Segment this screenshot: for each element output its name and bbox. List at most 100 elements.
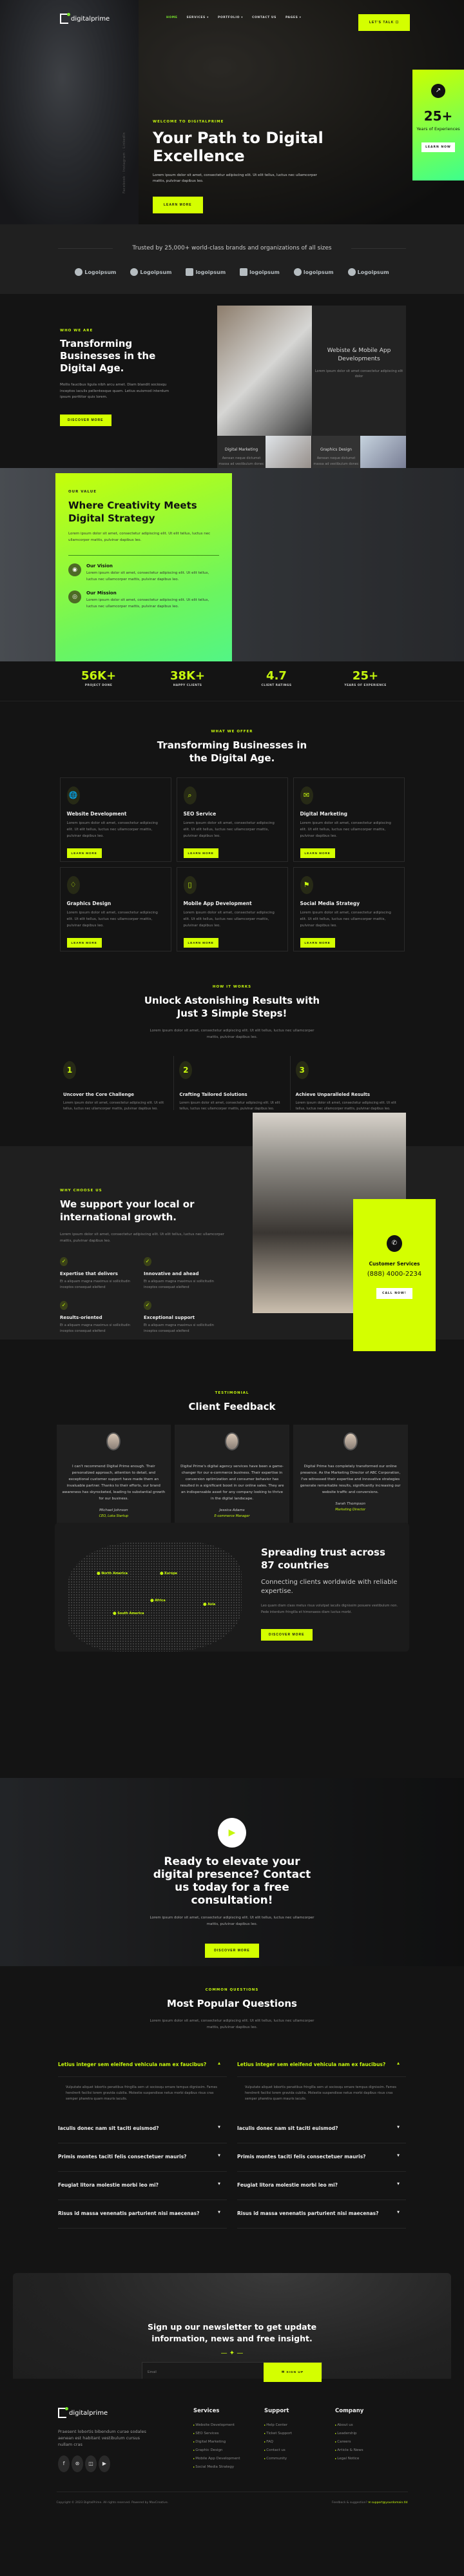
chevron-down-icon: ▼	[218, 2154, 220, 2158]
brand-logo: Logoipsum	[75, 268, 116, 276]
discover-more-button[interactable]: DISCOVER MORE	[60, 414, 111, 426]
feature-item: ✓ Results-oriented Et a aliquam magna maxi…	[60, 1301, 144, 1334]
footer-link[interactable]: Careers	[335, 2440, 406, 2444]
footer-logo[interactable]: digitalprime	[58, 2407, 193, 2418]
step-title: Achieve Unparalleled Results	[295, 1092, 371, 1097]
youtube-icon[interactable]: ▶	[99, 2455, 110, 2472]
newsletter-section: Sign up our newsletter to get update inf…	[0, 2243, 464, 2383]
chevron-down-icon: ▼	[218, 2182, 220, 2186]
map-pin: ⬤ North America	[97, 1572, 128, 1576]
footer-link[interactable]: Website Development	[193, 2423, 264, 2427]
service-title: Graphics Design	[66, 901, 111, 906]
facebook-icon[interactable]: f	[58, 2455, 70, 2472]
nav-services[interactable]: SERVICES ▾	[187, 16, 209, 19]
footer-column-title: Company	[335, 2408, 364, 2414]
hero-eyebrow: WELCOME TO DIGITALPRIME	[153, 120, 224, 124]
faq-question[interactable]: Risus id massa venenatis parturient nisi…	[237, 2200, 406, 2229]
learn-now-button[interactable]: LEARN NOW	[421, 142, 455, 152]
hero-learn-more-button[interactable]: LEARN MORE	[153, 197, 203, 213]
footer-link[interactable]: SEO Services	[193, 2432, 264, 2435]
faq-question-open[interactable]: Letius integer sem eleifend vehicula nam…	[237, 2056, 406, 2077]
footer-link[interactable]: Contact us	[264, 2448, 335, 2452]
learn-more-button[interactable]: LEARN MORE	[66, 848, 102, 858]
mail-icon: ✉	[300, 786, 313, 805]
faq-question[interactable]: Iaculis donec nam sit taciti euismod? ▼	[58, 2115, 227, 2143]
learn-more-button[interactable]: LEARN MORE	[300, 938, 335, 948]
logo-icon	[240, 268, 248, 276]
social-links-vertical[interactable]: Facebook · Instagram · LinkedIn	[122, 132, 126, 193]
feature-text: Et a aliquam magna maximus si sollicitud…	[60, 1323, 130, 1333]
feature-item: ✓ Expertise that delivers Et a aliquam mag…	[60, 1257, 144, 1291]
footer-link[interactable]: Graphic Design	[193, 2448, 264, 2452]
faq-question-open[interactable]: Letius integer sem eleifend vehicula nam…	[58, 2056, 227, 2077]
footer-link[interactable]: Ticket Support	[264, 2432, 335, 2435]
dribbble-icon[interactable]: ⊛	[72, 2455, 83, 2472]
step-number: 3	[295, 1061, 309, 1079]
chevron-down-icon: ▼	[218, 2210, 220, 2214]
stat-item: 25+ YEARS OF EXPERIENCE	[344, 669, 387, 687]
email-input[interactable]	[142, 2363, 264, 2382]
footer-link[interactable]: FAQ	[264, 2440, 335, 2444]
phone-photo	[217, 306, 312, 436]
step-item: 3 Achieve Unparalleled Results Lorem ipsum…	[291, 1056, 406, 1112]
logo-icon	[347, 268, 356, 276]
arrow-up-right-icon[interactable]: ↗	[431, 84, 445, 98]
sign-up-button[interactable]: ✉ SIGN UP	[264, 2363, 322, 2382]
learn-more-button[interactable]: LEARN MORE	[183, 938, 218, 948]
service-text: Lorem ipsum dolor sit amet, consectetur …	[66, 821, 158, 838]
feature-text: Et a aliquam magna maximus si sollicitud…	[144, 1323, 214, 1333]
phone-number: (888) 4000-2234	[367, 1271, 422, 1278]
cta-discover-button[interactable]: DISCOVER MORE	[205, 1944, 259, 1958]
map-pin: ⬤ Europe	[160, 1572, 178, 1576]
lets-talk-button[interactable]: LET'S TALK ☐	[358, 14, 411, 31]
logo-icon	[75, 268, 83, 276]
call-now-button[interactable]: CALL NOW!	[376, 1288, 412, 1299]
learn-more-button[interactable]: LEARN MORE	[183, 848, 218, 858]
trusted-title: Trusted by 25,000+ world-class brands an…	[0, 245, 464, 251]
chevron-up-icon: ▲	[218, 2062, 220, 2065]
nav-pages[interactable]: PAGES ▾	[285, 16, 301, 19]
flag-icon: ⚑	[300, 876, 313, 894]
footer-link[interactable]: Legal Notice	[335, 2457, 406, 2461]
footer-link[interactable]: Community	[264, 2457, 335, 2461]
step-number: 1	[63, 1061, 76, 1079]
learn-more-button[interactable]: LEARN MORE	[66, 938, 102, 948]
faq-question[interactable]: Risus id massa venenatis parturient nisi…	[58, 2200, 227, 2229]
footer-link[interactable]: Article & News	[335, 2448, 406, 2452]
footer-link[interactable]: About us	[335, 2423, 406, 2427]
globe-icon: 🌐	[66, 786, 80, 805]
faq-question[interactable]: Feugiat litora molestie morbi leo mi? ▼	[237, 2172, 406, 2200]
instagram-icon[interactable]: ◫	[85, 2455, 97, 2472]
footer-link[interactable]: Digital Marketing	[193, 2440, 264, 2444]
nav-portfolio[interactable]: PORTFOLIO ▾	[218, 16, 243, 19]
support-email[interactable]: ✉ support@yourdomain.tld	[368, 2501, 407, 2504]
brand-logo: logoipsum	[240, 268, 280, 276]
footer-link[interactable]: Help Center	[264, 2423, 335, 2427]
brand-logo: Logoipsum	[347, 268, 389, 276]
learn-more-button[interactable]: LEARN MORE	[300, 848, 335, 858]
our-value-section: OUR VALUE Where Creativity Meets Digital…	[0, 468, 464, 661]
trusted-brands: Trusted by 25,000+ world-class brands an…	[0, 224, 464, 294]
footer-link[interactable]: Social Media Strategy	[193, 2465, 264, 2469]
footer-link[interactable]: Leadership	[335, 2432, 406, 2435]
faq-question[interactable]: Primis montes taciti felis consectetuer …	[237, 2143, 406, 2172]
map-pin: ⬤ Africa	[150, 1599, 166, 1603]
logo[interactable]: digitalprime	[60, 13, 110, 24]
seo-search-icon: ⌕	[183, 786, 197, 805]
play-icon[interactable]: ▶	[218, 1818, 246, 1848]
map-discover-button[interactable]: DISCOVER MORE	[261, 1629, 313, 1641]
faq-section: COMMON QUESTIONS Most Popular Questions …	[0, 1966, 464, 2243]
footer-link[interactable]: Mobile App Development	[193, 2457, 264, 2461]
faq-question[interactable]: Primis montes taciti felis consectetuer …	[58, 2143, 227, 2172]
nav-contact[interactable]: CONTACT US	[252, 16, 276, 19]
chevron-up-icon: ▲	[397, 2062, 400, 2065]
faq-question[interactable]: Iaculis donec nam sit taciti euismod? ▼	[237, 2115, 406, 2143]
faq-question[interactable]: Feugiat litora molestie morbi leo mi? ▼	[58, 2172, 227, 2200]
nav-home[interactable]: HOME	[166, 16, 178, 19]
main-nav: digitalprime HOME SERVICES ▾ PORTFOLIO ▾…	[0, 10, 464, 32]
brand-logo: logoipsum	[186, 268, 226, 276]
chevron-down-icon: ▼	[397, 2210, 400, 2214]
phone-icon: ✆	[387, 1235, 402, 1252]
copyright: Copyright © 2023 DigitalPrime. All right…	[56, 2501, 169, 2504]
service-card: ⌕ SEO Service Lorem ipsum dolor sit amet, …	[176, 777, 288, 862]
